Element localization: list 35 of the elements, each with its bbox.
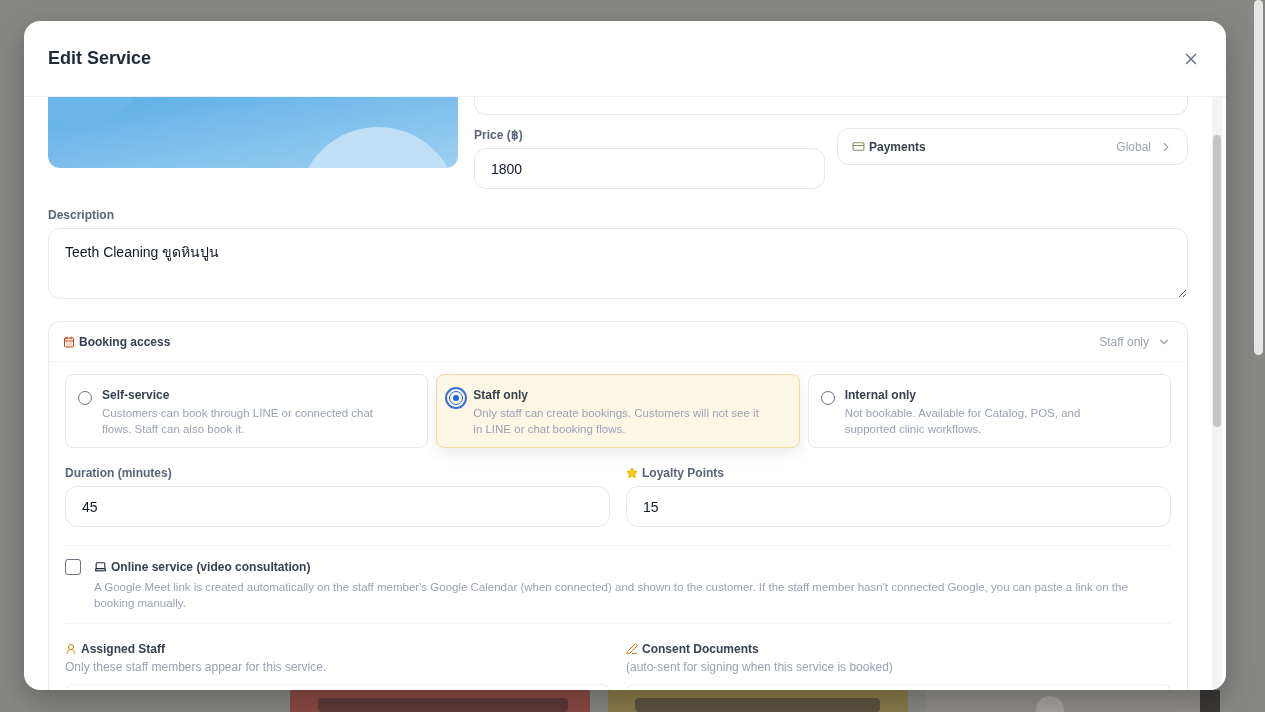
duration-label: Duration (minutes) [65,466,173,480]
online-service-checkbox[interactable] [65,559,81,575]
option-title: Internal only [844,388,917,402]
page-scrollbar[interactable] [1254,0,1263,355]
calendar-icon [63,335,75,348]
assigned-staff-title: Assigned Staff [81,642,165,656]
scrollbar-thumb[interactable] [1213,135,1221,427]
laptop-icon [94,560,107,573]
star-icon [626,467,638,479]
price-field[interactable]: 1800 [474,148,825,189]
pen-icon [626,643,638,655]
description-label: Description [48,208,115,222]
credit-card-icon [852,140,865,153]
booking-option[interactable]: Staff only Only staff can create bookings. Customers will not see it in LINE or chat booking flows. [436,374,800,448]
booking-option[interactable]: Self-service Customers can book through LINE or connected chat flows. Staff can also book it. [65,374,429,448]
price-label: Price (฿) [474,128,524,142]
online-service-label: Online service (video consultation) [111,559,311,574]
payments-row[interactable]: Payments Global [837,128,1188,165]
name-field[interactable] [474,97,1188,115]
option-description: Customers can book through LINE or connected chat flows. Staff can also book it. [102,406,375,437]
option-title: Staff only [473,388,529,402]
loyalty-points-field[interactable]: 15 [626,486,1171,527]
consent-documents-title: Consent Documents [642,642,759,656]
person-icon [65,643,77,655]
consent-documents-subtitle: (auto-sent for signing when this service is booked) [626,660,894,674]
booking-option[interactable]: Internal only Not bookable. Available for Catalog, POS, and supported clinic workflows. [807,374,1171,448]
dialog-title: Edit Service [48,48,152,69]
option-description: Only staff can create bookings. Customers will not see it in LINE or chat booking flows. [473,406,760,437]
online-service-description: A Google Meet link is created automatically on the staff member's Google Calendar (when connected) and shown to the customer. If the staff member hasn't connected Google, you can paste a link on the booking manually. [94,580,1129,611]
description-field[interactable]: Teeth Cleaning ขูดหินปูน [48,228,1188,299]
assigned-staff-subtitle: Only these staff members appear for this service. [65,660,328,674]
option-description: Not bookable. Available for Catalog, POS, and supported clinic workflows. [844,406,1082,437]
duration-field[interactable]: 45 [65,486,610,527]
option-title: Self-service [102,388,171,402]
loyalty-points-label: Loyalty Points [642,466,724,480]
